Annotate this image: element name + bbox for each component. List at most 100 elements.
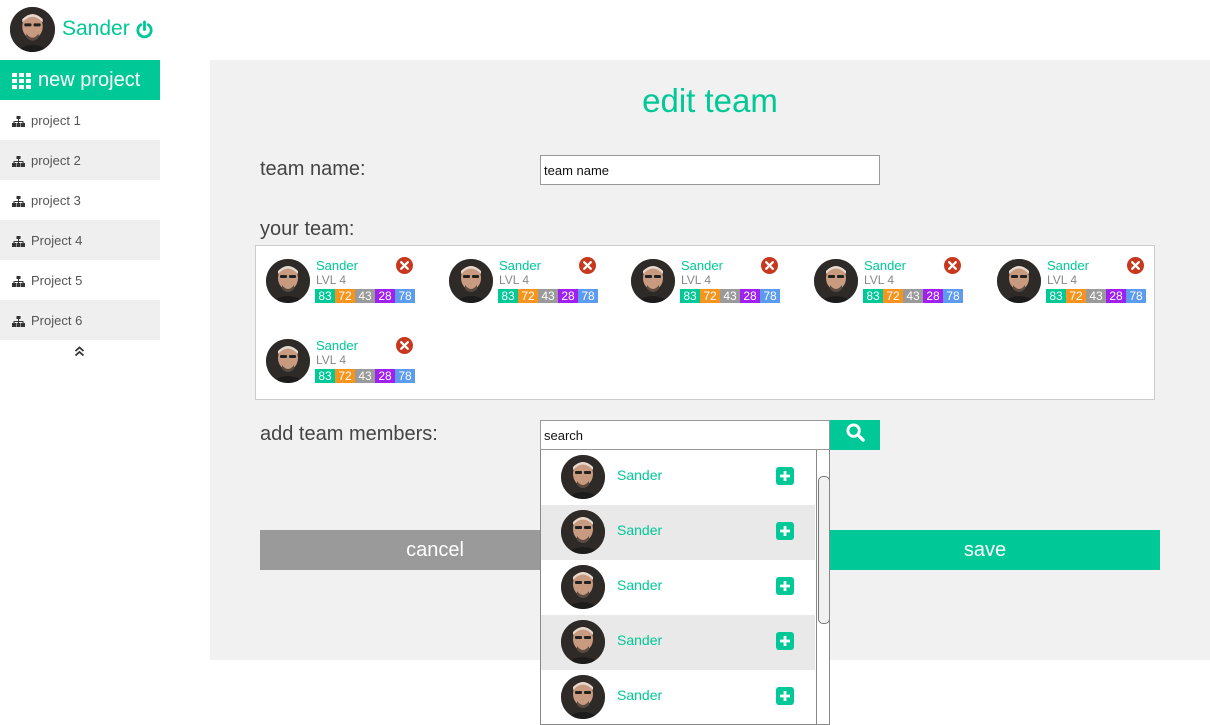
page-title: edit team — [642, 82, 778, 119]
stat-value: 43 — [1086, 289, 1106, 303]
new-project-button[interactable]: new project — [0, 60, 160, 100]
stat-value: 28 — [740, 289, 760, 303]
member-name[interactable]: Sander — [316, 258, 358, 273]
sidebar-item-project-2[interactable]: project 2 — [0, 140, 160, 180]
user-header: Sander — [10, 6, 154, 52]
member-level: LVL 4 — [681, 273, 712, 287]
result-name: Sander — [617, 632, 663, 648]
add-member-icon[interactable] — [776, 467, 794, 485]
scrollbar[interactable] — [816, 450, 829, 724]
remove-member-icon[interactable] — [579, 257, 596, 274]
search-result-row[interactable]: Sander — [541, 670, 815, 724]
team-member-card: Sander LVL 4 83 72 43 28 78 — [256, 326, 416, 386]
member-stats: 83 72 43 28 78 — [315, 289, 415, 303]
remove-member-icon[interactable] — [396, 337, 413, 354]
search-result-row[interactable]: Sander — [541, 615, 815, 670]
stat-value: 72 — [1066, 289, 1086, 303]
sitemap-icon — [12, 275, 25, 287]
remove-member-icon[interactable] — [396, 257, 413, 274]
avatar[interactable] — [10, 6, 55, 52]
team-members-box: Sander LVL 4 83 72 43 28 78 Sander LVL 4… — [255, 245, 1155, 400]
user-name[interactable]: Sander — [62, 17, 130, 41]
stat-value: 83 — [315, 289, 335, 303]
sidebar-item-label: project 3 — [31, 192, 81, 208]
stat-value: 28 — [375, 289, 395, 303]
search-result-row[interactable]: Sander — [541, 560, 815, 615]
stat-value: 78 — [395, 369, 415, 383]
member-stats: 83 72 43 28 78 — [1046, 289, 1146, 303]
power-icon[interactable] — [135, 19, 154, 39]
sidebar-item-project-4[interactable]: Project 4 — [0, 220, 160, 260]
double-chevron-up-icon[interactable] — [74, 344, 85, 357]
avatar — [561, 510, 605, 554]
avatar — [997, 259, 1041, 303]
add-member-icon[interactable] — [776, 522, 794, 540]
save-button[interactable]: save — [810, 530, 1160, 570]
avatar — [814, 259, 858, 303]
scrollbar-thumb[interactable] — [818, 476, 829, 624]
add-member-icon[interactable] — [776, 687, 794, 705]
sitemap-icon — [12, 315, 25, 327]
sidebar-item-project-1[interactable]: project 1 — [0, 100, 160, 140]
stat-value: 43 — [538, 289, 558, 303]
stat-value: 28 — [558, 289, 578, 303]
search-button[interactable] — [830, 420, 880, 450]
member-stats: 83 72 43 28 78 — [315, 369, 415, 383]
search-result-row[interactable]: Sander — [541, 505, 815, 560]
stat-value: 78 — [578, 289, 598, 303]
sidebar-item-label: project 2 — [31, 152, 81, 168]
stat-value: 43 — [355, 289, 375, 303]
member-level: LVL 4 — [1047, 273, 1078, 287]
remove-member-icon[interactable] — [761, 257, 778, 274]
search-results-dropdown[interactable]: Sander Sander Sander Sander Sander — [540, 450, 830, 725]
team-member-card: Sander LVL 4 83 72 43 28 78 — [987, 246, 1147, 306]
sidebar-item-project-6[interactable]: Project 6 — [0, 300, 160, 340]
grid-icon — [12, 72, 32, 89]
search-input[interactable] — [540, 420, 830, 450]
project-list: project 1 project 2 project 3 Project 4 … — [0, 100, 160, 340]
member-stats: 83 72 43 28 78 — [498, 289, 598, 303]
member-name[interactable]: Sander — [864, 258, 906, 273]
member-level: LVL 4 — [316, 273, 347, 287]
sidebar-item-label: Project 5 — [31, 272, 83, 288]
stat-value: 28 — [923, 289, 943, 303]
result-name: Sander — [617, 577, 663, 593]
stat-value: 43 — [355, 369, 375, 383]
stat-value: 43 — [903, 289, 923, 303]
member-name[interactable]: Sander — [1047, 258, 1089, 273]
add-member-icon[interactable] — [776, 577, 794, 595]
member-name[interactable]: Sander — [499, 258, 541, 273]
sitemap-icon — [12, 115, 25, 127]
sitemap-icon — [12, 155, 25, 167]
new-project-label: new project — [38, 68, 141, 91]
avatar — [561, 675, 605, 719]
avatar — [561, 455, 605, 499]
remove-member-icon[interactable] — [944, 257, 961, 274]
member-stats: 83 72 43 28 78 — [863, 289, 963, 303]
stat-value: 43 — [720, 289, 740, 303]
sidebar-item-project-3[interactable]: project 3 — [0, 180, 160, 220]
search-icon — [845, 423, 865, 447]
team-name-input[interactable] — [540, 155, 880, 185]
stat-value: 28 — [375, 369, 395, 383]
stat-value: 83 — [498, 289, 518, 303]
sidebar-item-label: Project 6 — [31, 312, 83, 328]
member-name[interactable]: Sander — [681, 258, 723, 273]
member-level: LVL 4 — [864, 273, 895, 287]
your-team-label: your team: — [260, 218, 355, 240]
stat-value: 78 — [760, 289, 780, 303]
avatar — [561, 565, 605, 609]
remove-member-icon[interactable] — [1127, 257, 1144, 274]
search-result-row[interactable]: Sander — [541, 450, 815, 505]
member-level: LVL 4 — [316, 353, 347, 367]
sidebar-item-label: project 1 — [31, 112, 81, 128]
stat-value: 83 — [863, 289, 883, 303]
team-member-card: Sander LVL 4 83 72 43 28 78 — [439, 246, 599, 306]
sidebar-item-project-5[interactable]: Project 5 — [0, 260, 160, 300]
result-name: Sander — [617, 522, 663, 538]
sitemap-icon — [12, 235, 25, 247]
stat-value: 72 — [335, 369, 355, 383]
member-name[interactable]: Sander — [316, 338, 358, 353]
add-member-icon[interactable] — [776, 632, 794, 650]
sidebar-item-label: Project 4 — [31, 232, 83, 248]
